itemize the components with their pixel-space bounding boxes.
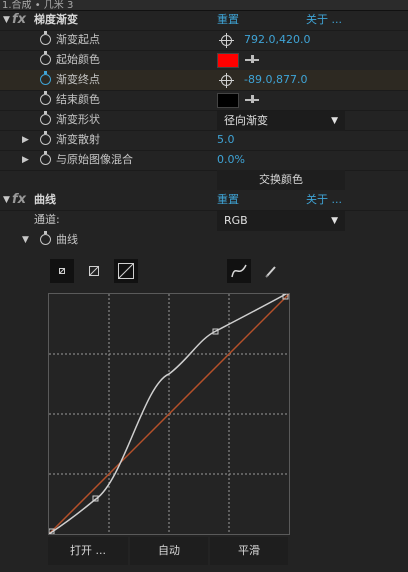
size-small-icon[interactable] (50, 259, 74, 283)
scatter-label: 渐变散射 (56, 133, 100, 146)
fx-icon[interactable]: fx (12, 10, 26, 30)
property-row-scatter: ▶ 渐变散射 5.0 (0, 130, 408, 151)
start-point-value[interactable]: 792.0,420.0 (244, 30, 310, 50)
property-row-end-color: 结束颜色 (0, 90, 408, 111)
end-point-label: 渐变终点 (56, 73, 100, 86)
curves-graph[interactable] (48, 293, 290, 535)
smooth-button[interactable]: 平滑 (210, 537, 288, 565)
expand-arrow-icon[interactable]: ▶ (22, 130, 29, 150)
effect-title-gradient: 梯度渐变 (34, 13, 78, 26)
gradient-about-link[interactable]: 关于 ... (306, 10, 342, 30)
end-color-label: 结束颜色 (56, 93, 100, 106)
gradient-reset-link[interactable]: 重置 (217, 10, 239, 30)
shape-dropdown-value: 径向渐变 (224, 114, 268, 127)
end-color-swatch[interactable] (217, 93, 239, 108)
curves-graph-canvas[interactable] (49, 294, 289, 534)
stopwatch-icon[interactable] (40, 151, 51, 165)
start-color-label: 起始颜色 (56, 53, 100, 66)
size-medium-icon[interactable] (82, 259, 106, 283)
blend-label: 与原始图像混合 (56, 153, 133, 166)
property-row-shape: 渐变形状 径向渐变 ▼ (0, 110, 408, 131)
pencil-icon[interactable] (259, 259, 283, 283)
stopwatch-icon[interactable] (40, 51, 51, 65)
open-button[interactable]: 打开 ... (48, 537, 128, 565)
effect-header-gradient: ▼ fx 梯度渐变 重置 关于 ... (0, 10, 408, 31)
fx-icon[interactable]: fx (12, 190, 26, 210)
crosshair-icon[interactable] (219, 33, 234, 48)
effect-header-curves: ▼ fx 曲线 重置 关于 ... (0, 190, 408, 211)
expand-arrow-icon[interactable]: ▶ (22, 150, 29, 170)
crosshair-icon[interactable] (219, 73, 234, 88)
property-row-blend: ▶ 与原始图像混合 0.0% (0, 150, 408, 171)
dropdown-arrow-icon: ▼ (331, 116, 338, 126)
bezier-curve-icon[interactable] (227, 259, 251, 283)
end-point-value[interactable]: -89.0,877.0 (244, 70, 307, 90)
property-row-start-color: 起始颜色 (0, 50, 408, 71)
collapse-arrow-icon[interactable]: ▼ (3, 10, 10, 30)
eyedropper-icon[interactable] (245, 94, 259, 104)
shape-label: 渐变形状 (56, 113, 100, 126)
auto-button[interactable]: 自动 (130, 537, 208, 565)
curves-about-link[interactable]: 关于 ... (306, 190, 342, 210)
start-point-label: 渐变起点 (56, 33, 100, 46)
channel-dropdown-value: RGB (224, 214, 248, 227)
channel-dropdown[interactable]: RGB ▼ (217, 211, 345, 231)
curve-label: 曲线 (56, 233, 78, 246)
stopwatch-icon[interactable] (40, 131, 51, 145)
scatter-value[interactable]: 5.0 (217, 130, 235, 150)
property-row-curve: ▼ 曲线 (0, 230, 408, 250)
property-row-start-point: 渐变起点 792.0,420.0 (0, 30, 408, 51)
stopwatch-icon[interactable] (40, 111, 51, 125)
stopwatch-icon[interactable] (40, 31, 51, 45)
stopwatch-active-icon[interactable] (40, 71, 51, 85)
swap-colors-button[interactable]: 交换颜色 (217, 170, 345, 190)
stopwatch-icon[interactable] (40, 91, 51, 105)
collapse-arrow-icon[interactable]: ▼ (3, 190, 10, 210)
start-color-swatch[interactable] (217, 53, 239, 68)
blend-value[interactable]: 0.0% (217, 150, 245, 170)
collapse-arrow-icon[interactable]: ▼ (22, 230, 29, 250)
property-row-channel: 通道: RGB ▼ (0, 210, 408, 231)
dropdown-arrow-icon: ▼ (331, 216, 338, 226)
property-row-end-point: 渐变终点 -89.0,877.0 (0, 70, 408, 91)
shape-dropdown[interactable]: 径向渐变 ▼ (217, 111, 345, 131)
eyedropper-icon[interactable] (245, 54, 259, 64)
curves-reset-link[interactable]: 重置 (217, 190, 239, 210)
effect-title-curves: 曲线 (34, 193, 56, 206)
channel-label: 通道: (34, 213, 60, 226)
stopwatch-icon[interactable] (40, 231, 51, 245)
size-large-icon[interactable] (114, 259, 138, 283)
